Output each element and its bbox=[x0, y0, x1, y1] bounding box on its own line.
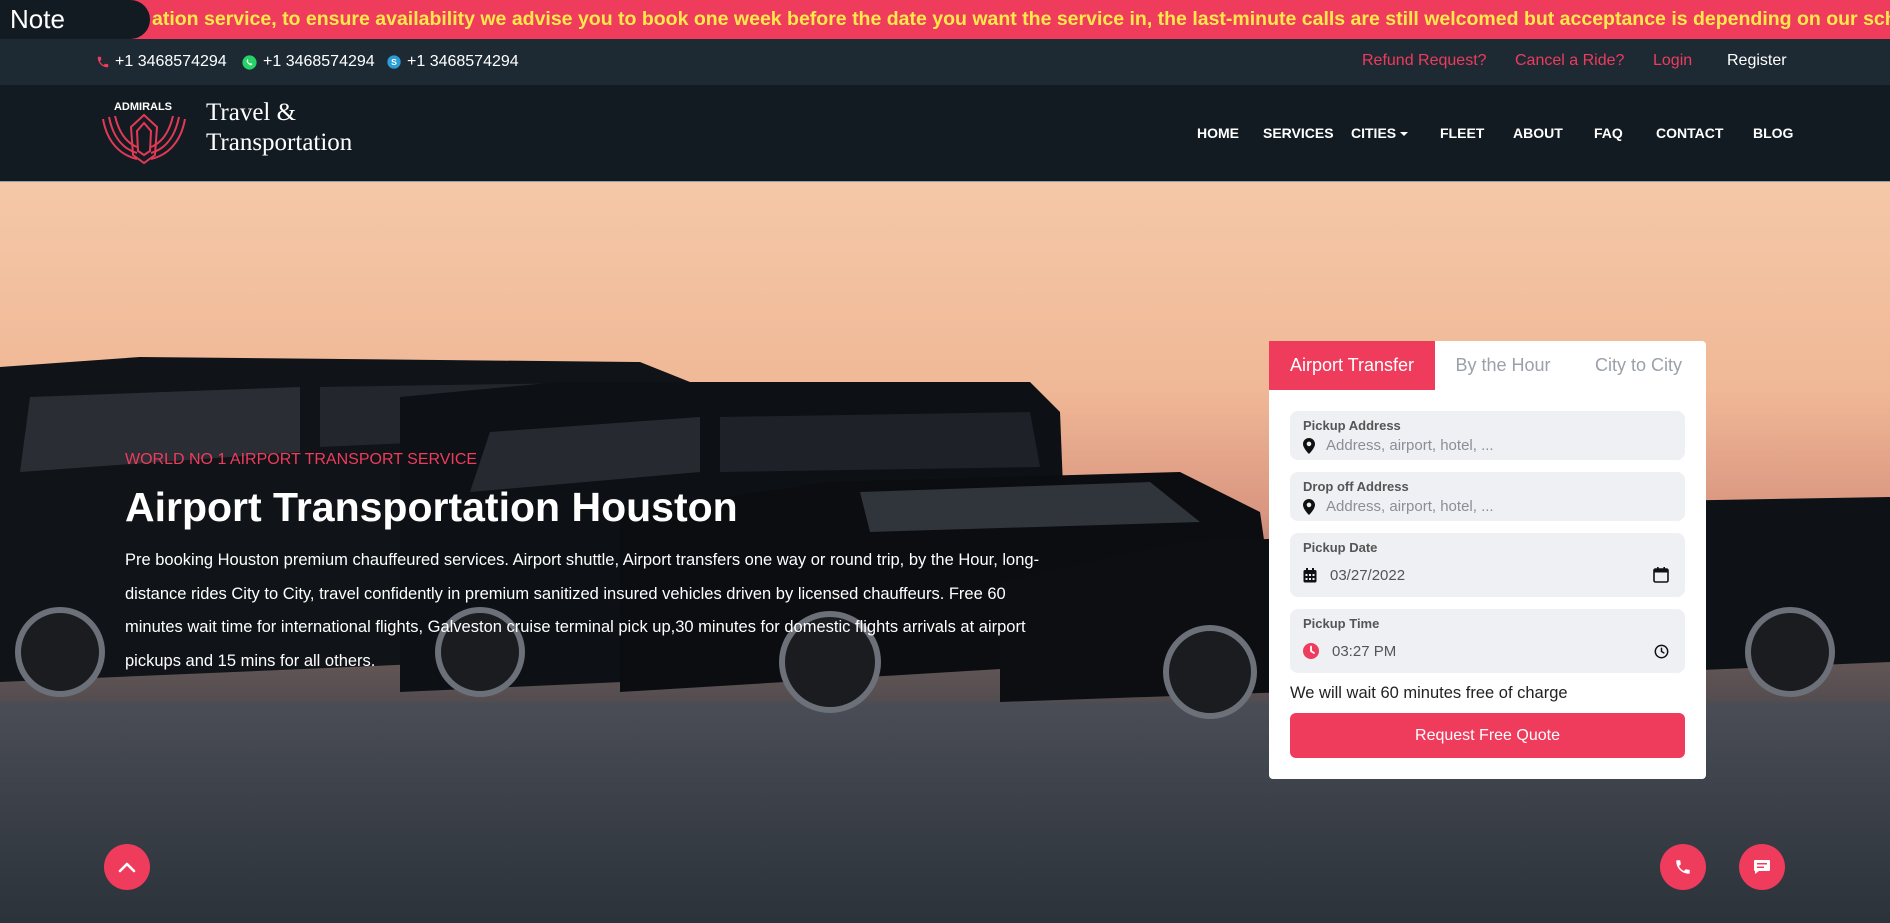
register-link[interactable]: Register bbox=[1727, 39, 1787, 85]
hero-tagline: WORLD NO 1 AIRPORT TRANSPORT SERVICE bbox=[125, 451, 478, 468]
hero-title: Airport Transportation Houston bbox=[125, 484, 738, 530]
skype-number: +1 3468574294 bbox=[407, 53, 519, 70]
pickup-address-input[interactable]: Address, airport, hotel, ... bbox=[1326, 437, 1494, 454]
calendar-icon bbox=[1303, 568, 1317, 583]
pickup-date-label: Pickup Date bbox=[1303, 540, 1378, 555]
clock-icon bbox=[1303, 643, 1319, 659]
main-header: ADMIRALS Travel & Transportation HOME SE… bbox=[0, 85, 1890, 182]
nav-about[interactable]: ABOUT bbox=[1513, 85, 1563, 182]
booking-tabs: Airport Transfer By the Hour City to Cit… bbox=[1269, 341, 1706, 390]
hero-description: Pre booking Houston premium chauffeured … bbox=[125, 551, 1040, 670]
nav-cities-label: CITIES bbox=[1351, 125, 1397, 141]
top-bar: +1 3468574294 +1 3468574294 S +1 3468574… bbox=[0, 39, 1890, 85]
scroll-to-top-button[interactable] bbox=[104, 844, 150, 890]
dropoff-address-field[interactable]: Drop off Address Address, airport, hotel… bbox=[1290, 472, 1685, 521]
ticker-text: ation service, to ensure availability we… bbox=[152, 8, 1890, 30]
chat-icon bbox=[1754, 860, 1770, 874]
nav-contact[interactable]: CONTACT bbox=[1656, 85, 1723, 182]
date-picker-icon[interactable] bbox=[1653, 567, 1669, 583]
nav-faq[interactable]: FAQ bbox=[1594, 85, 1623, 182]
brand-name[interactable]: Travel & Transportation bbox=[206, 98, 352, 158]
brand-line-2: Transportation bbox=[206, 129, 353, 156]
announcement-ticker: ation service, to ensure availability we… bbox=[0, 0, 1890, 39]
booking-form-card: Airport Transfer By the Hour City to Cit… bbox=[1269, 341, 1706, 779]
ticker-note-label: Note bbox=[0, 0, 150, 39]
pickup-address-label: Pickup Address bbox=[1303, 418, 1401, 433]
dropoff-address-label: Drop off Address bbox=[1303, 479, 1409, 494]
phone-contact[interactable]: +1 3468574294 bbox=[96, 39, 227, 85]
whatsapp-number: +1 3468574294 bbox=[263, 53, 375, 70]
phone-number: +1 3468574294 bbox=[115, 53, 227, 70]
phone-icon bbox=[1676, 860, 1690, 874]
nav-cities[interactable]: CITIES bbox=[1351, 85, 1409, 182]
pickup-time-field[interactable]: Pickup Time 03:27 PM bbox=[1290, 609, 1685, 673]
logo-text: ADMIRALS bbox=[114, 101, 172, 113]
chevron-up-icon bbox=[118, 862, 136, 873]
nav-fleet[interactable]: FLEET bbox=[1440, 85, 1484, 182]
wait-time-note: We will wait 60 minutes free of charge bbox=[1290, 684, 1568, 702]
pickup-date-field[interactable]: Pickup Date 03/27/2022 bbox=[1290, 533, 1685, 597]
pickup-time-label: Pickup Time bbox=[1303, 616, 1380, 631]
nav-services[interactable]: SERVICES bbox=[1263, 85, 1334, 182]
refund-request-link[interactable]: Refund Request? bbox=[1362, 39, 1487, 85]
skype-contact[interactable]: S +1 3468574294 bbox=[386, 39, 519, 85]
tab-airport-transfer[interactable]: Airport Transfer bbox=[1269, 341, 1435, 390]
nav-blog[interactable]: BLOG bbox=[1753, 85, 1793, 182]
hero-section: WORLD NO 1 AIRPORT TRANSPORT SERVICE Air… bbox=[0, 182, 1890, 923]
tab-by-the-hour[interactable]: By the Hour bbox=[1435, 341, 1571, 390]
time-picker-icon[interactable] bbox=[1654, 644, 1669, 659]
login-link[interactable]: Login bbox=[1653, 39, 1692, 85]
brand-line-1: Travel & bbox=[206, 99, 297, 126]
nav-home[interactable]: HOME bbox=[1197, 85, 1239, 182]
pickup-time-input[interactable]: 03:27 PM bbox=[1332, 643, 1396, 660]
location-pin-icon bbox=[1303, 438, 1315, 454]
call-button[interactable] bbox=[1660, 844, 1706, 890]
admirals-logo[interactable]: ADMIRALS bbox=[95, 97, 195, 167]
tab-city-to-city[interactable]: City to City bbox=[1571, 341, 1706, 390]
pickup-address-field[interactable]: Pickup Address Address, airport, hotel, … bbox=[1290, 411, 1685, 460]
chat-button[interactable] bbox=[1739, 844, 1785, 890]
svg-text:S: S bbox=[391, 57, 397, 67]
location-pin-icon bbox=[1303, 499, 1315, 515]
phone-icon bbox=[97, 56, 109, 68]
chevron-down-icon bbox=[1400, 132, 1409, 137]
request-free-quote-button[interactable]: Request Free Quote bbox=[1290, 713, 1685, 758]
cancel-ride-link[interactable]: Cancel a Ride? bbox=[1515, 39, 1624, 85]
whatsapp-contact[interactable]: +1 3468574294 bbox=[241, 39, 375, 85]
pickup-date-input[interactable]: 03/27/2022 bbox=[1330, 567, 1405, 584]
dropoff-address-input[interactable]: Address, airport, hotel, ... bbox=[1326, 498, 1494, 515]
skype-icon: S bbox=[387, 55, 401, 69]
whatsapp-icon bbox=[242, 54, 257, 70]
